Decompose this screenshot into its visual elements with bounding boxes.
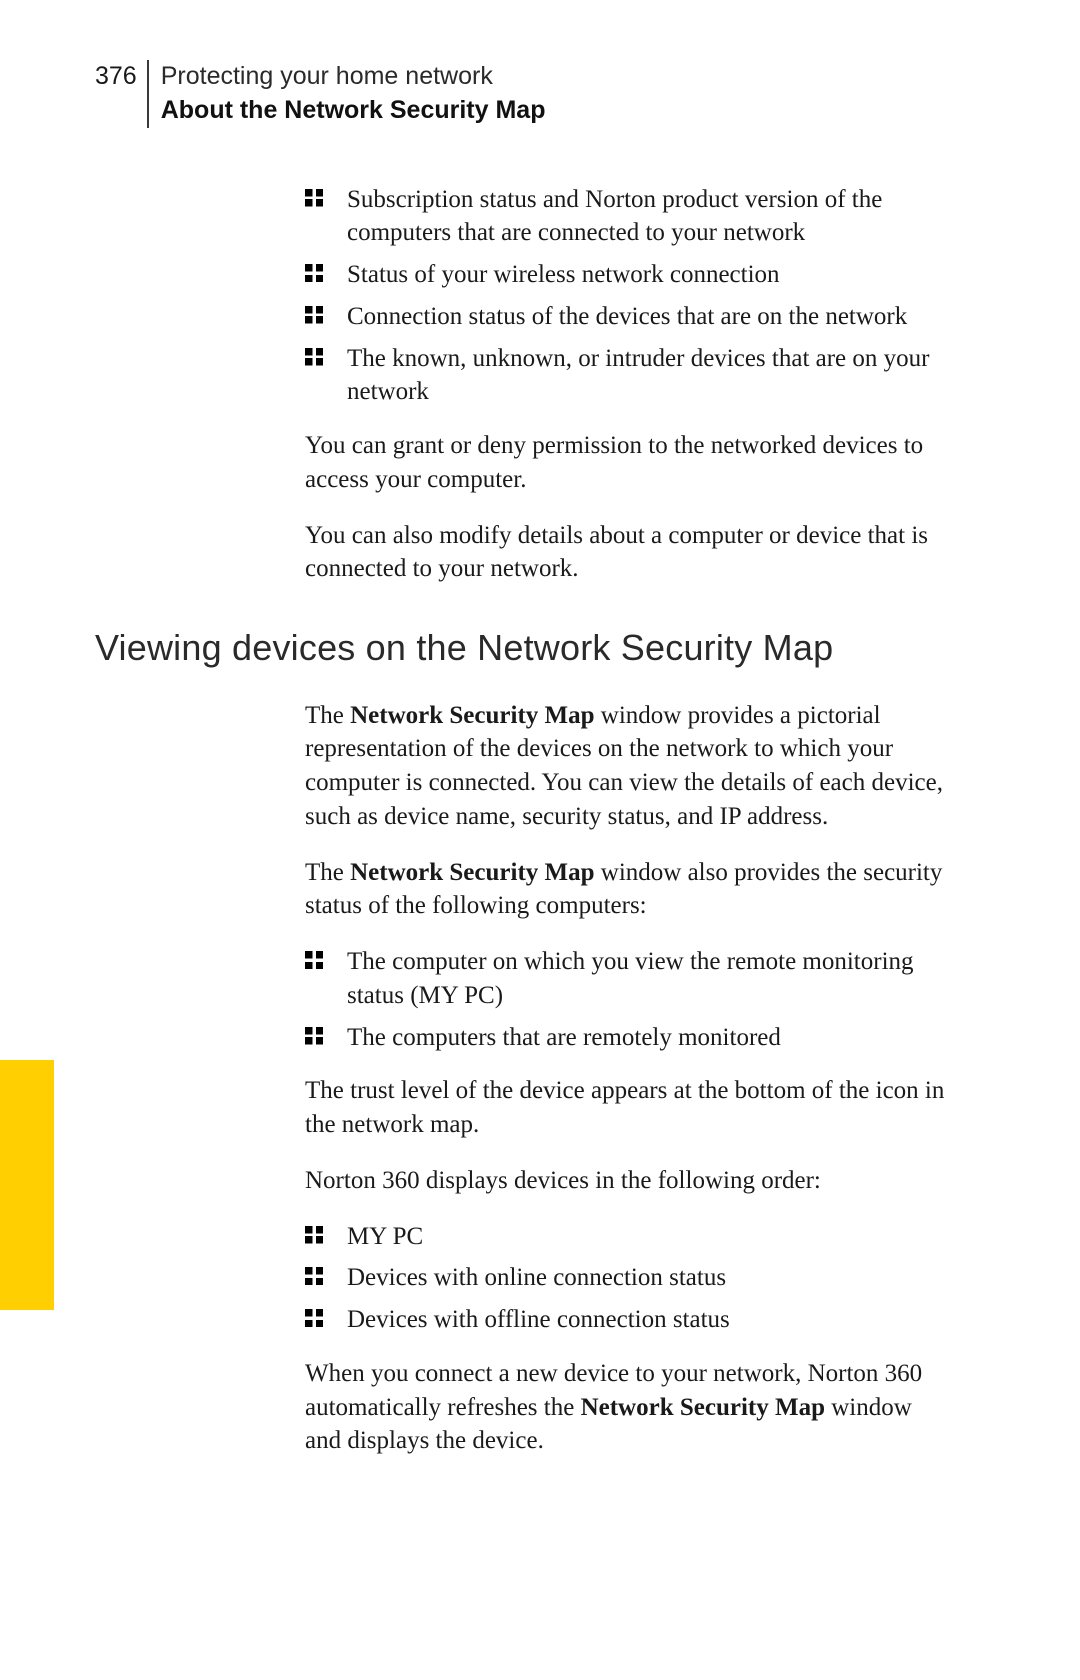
intro-bullet-list: Subscription status and Norton product v…	[305, 183, 945, 410]
page: 376 Protecting your home network About t…	[0, 0, 1080, 1680]
bold-term: Network Security Map	[350, 859, 594, 886]
header-titles: Protecting your home network About the N…	[161, 60, 546, 128]
paragraph: You can also modify details about a comp…	[305, 519, 945, 587]
bold-term: Network Security Map	[350, 702, 594, 729]
device-order-list: MY PC Devices with online connection sta…	[305, 1220, 945, 1337]
list-item: Devices with online connection status	[305, 1261, 945, 1295]
paragraph: The trust level of the device appears at…	[305, 1074, 945, 1142]
page-number: 376	[95, 60, 147, 94]
running-header: 376 Protecting your home network About t…	[95, 60, 985, 128]
list-item: MY PC	[305, 1220, 945, 1254]
list-item: The computer on which you view the remot…	[305, 945, 945, 1013]
yellow-side-tab	[0, 1060, 54, 1310]
body-content: Subscription status and Norton product v…	[305, 183, 945, 1459]
text-run: The	[305, 702, 350, 729]
paragraph: When you connect a new device to your ne…	[305, 1357, 945, 1458]
chapter-title: Protecting your home network	[161, 60, 546, 94]
subheading: Viewing devices on the Network Security …	[95, 624, 945, 673]
paragraph: The Network Security Map window provides…	[305, 699, 945, 834]
paragraph: The Network Security Map window also pro…	[305, 856, 945, 924]
list-item: Subscription status and Norton product v…	[305, 183, 945, 251]
list-item: The computers that are remotely monitore…	[305, 1021, 945, 1055]
list-item: Status of your wireless network connecti…	[305, 258, 945, 292]
list-item: Connection status of the devices that ar…	[305, 300, 945, 334]
paragraph: You can grant or deny permission to the …	[305, 429, 945, 497]
bold-term: Network Security Map	[581, 1394, 825, 1421]
section-title: About the Network Security Map	[161, 94, 546, 128]
text-run: The	[305, 859, 350, 886]
list-item: Devices with offline connection status	[305, 1303, 945, 1337]
security-status-list: The computer on which you view the remot…	[305, 945, 945, 1054]
header-divider	[147, 60, 149, 128]
paragraph: Norton 360 displays devices in the follo…	[305, 1164, 945, 1198]
list-item: The known, unknown, or intruder devices …	[305, 342, 945, 410]
